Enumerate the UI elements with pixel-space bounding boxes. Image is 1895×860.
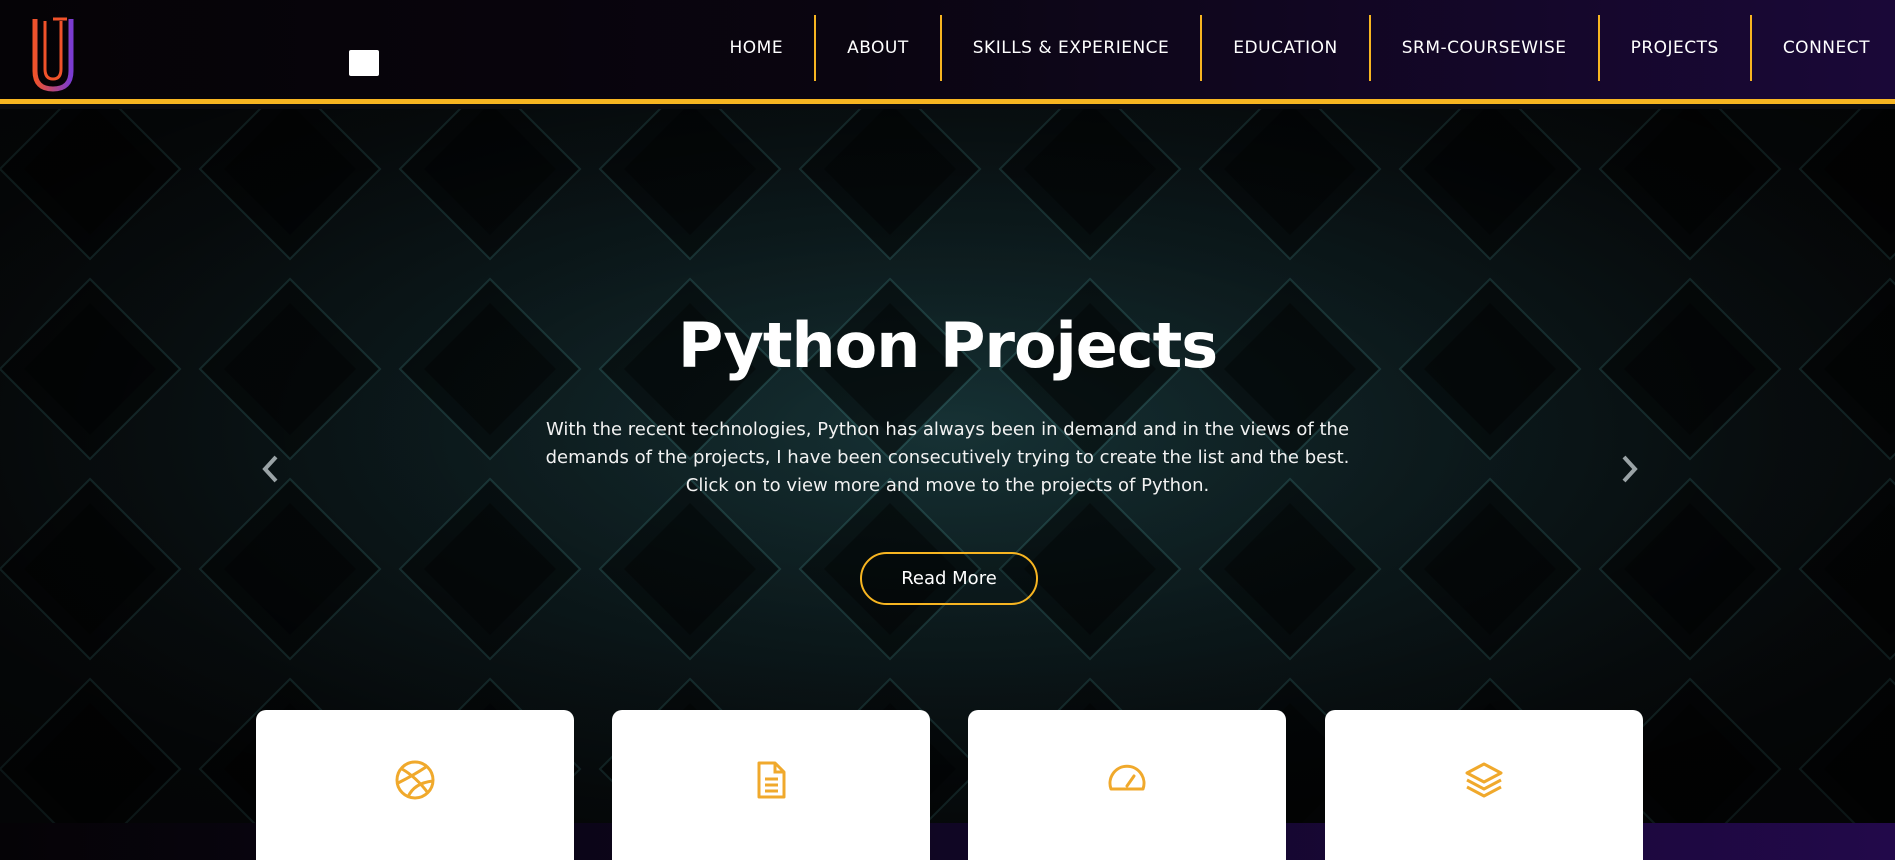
chevron-right-icon bbox=[1622, 455, 1638, 483]
read-more-button[interactable]: Read More bbox=[860, 552, 1038, 605]
nav-skills-experience[interactable]: SKILLS & EXPERIENCE bbox=[939, 15, 1201, 81]
nav-projects[interactable]: PROJECTS bbox=[1597, 15, 1750, 81]
document-icon bbox=[757, 761, 786, 799]
hero-description: With the recent technologies, Python has… bbox=[545, 419, 1350, 496]
speedometer-icon bbox=[1108, 764, 1146, 791]
main-nav: HOME ABOUT SKILLS & EXPERIENCE EDUCATION… bbox=[698, 15, 1895, 81]
feature-card-1[interactable] bbox=[256, 710, 574, 860]
logo[interactable] bbox=[31, 15, 79, 95]
feature-card-3[interactable] bbox=[968, 710, 1286, 860]
site-header: HOME ABOUT SKILLS & EXPERIENCE EDUCATION… bbox=[0, 0, 1895, 104]
menu-toggle-button[interactable] bbox=[349, 50, 379, 76]
slider-next-button[interactable] bbox=[1614, 449, 1644, 489]
nav-home[interactable]: HOME bbox=[698, 15, 814, 81]
nav-about[interactable]: ABOUT bbox=[814, 15, 940, 81]
slider-prev-button[interactable] bbox=[256, 449, 286, 489]
feature-card-4[interactable] bbox=[1325, 710, 1643, 860]
feature-card-2[interactable] bbox=[612, 710, 930, 860]
nav-education[interactable]: EDUCATION bbox=[1200, 15, 1368, 81]
layers-icon bbox=[1465, 762, 1503, 798]
nav-connect[interactable]: CONNECT bbox=[1749, 15, 1895, 81]
chevron-left-icon bbox=[262, 455, 278, 483]
nav-srm-coursewise[interactable]: SRM-COURSEWISE bbox=[1368, 15, 1598, 81]
dribbble-icon bbox=[395, 760, 435, 800]
logo-icon bbox=[32, 17, 74, 92]
hero-title: Python Projects bbox=[677, 309, 1218, 382]
